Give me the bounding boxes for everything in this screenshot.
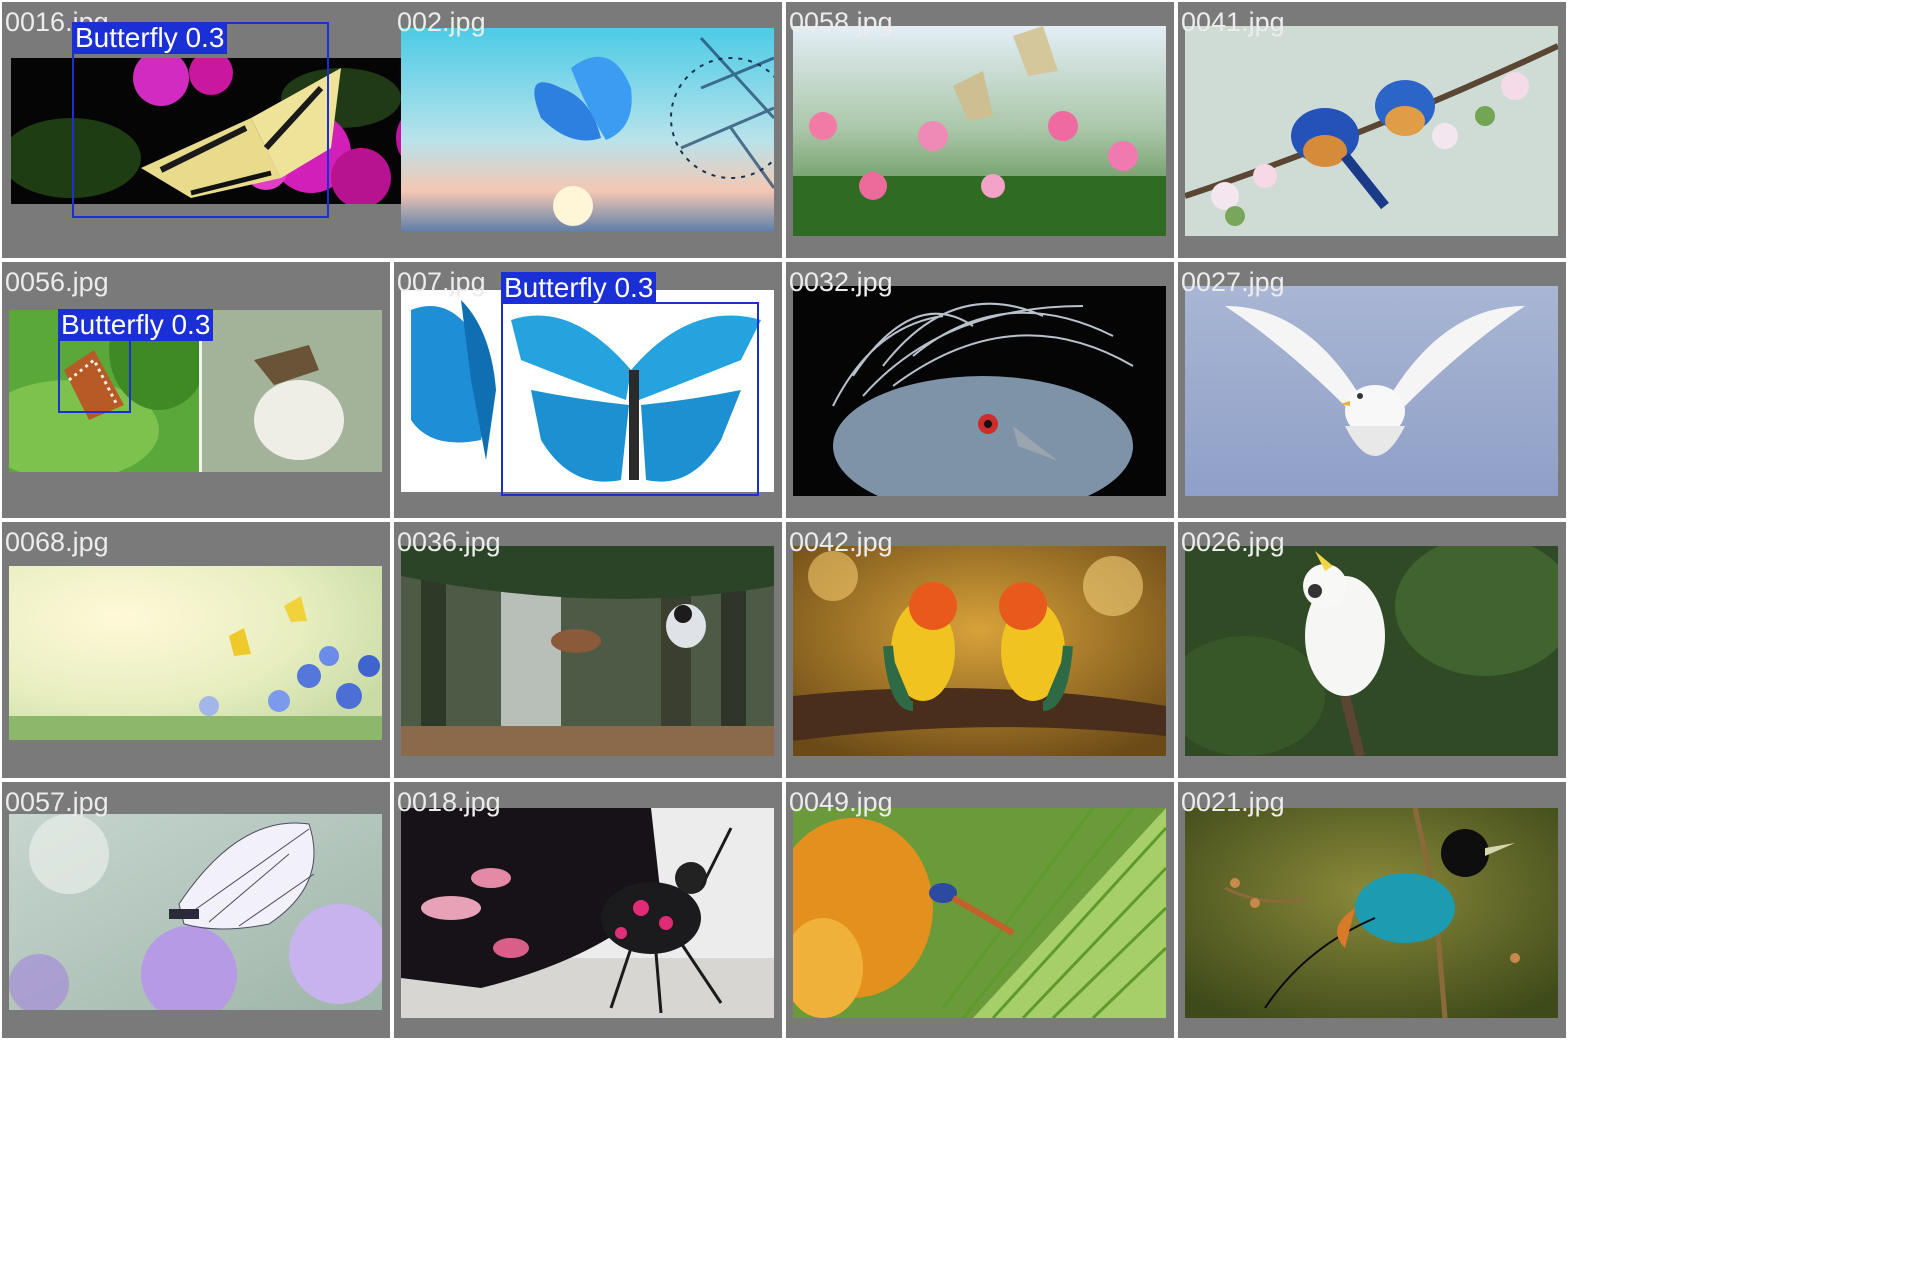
thumbnail-image: [9, 814, 382, 1010]
thumbnail-image: [1185, 286, 1558, 496]
tile-002[interactable]: 002.jpg: [394, 2, 782, 258]
filename-label: 0041.jpg: [1181, 7, 1285, 37]
tile-0057[interactable]: 0057.jpg: [2, 782, 390, 1038]
thumbnail-image: [1185, 546, 1558, 756]
tile-0049[interactable]: 0049.jpg: [786, 782, 1174, 1038]
filename-label: 0068.jpg: [5, 527, 109, 557]
detection-box: [58, 336, 131, 413]
detection-label: Butterfly 0.3: [501, 272, 657, 304]
thumbnail-image: [793, 26, 1166, 236]
filename-label: 0056.jpg: [5, 267, 109, 297]
filename-label: 0018.jpg: [397, 787, 501, 817]
thumbnail-image: [793, 286, 1166, 496]
tile-0036[interactable]: 0036.jpg: [394, 522, 782, 778]
tile-007[interactable]: 007.jpg Butterfly 0.3: [394, 262, 782, 518]
image-grid: 0016.jpg Butterfly 0.3 002.jpg 0058.jpg …: [0, 0, 1920, 1280]
thumbnail-image: [793, 546, 1166, 756]
filename-label: 0026.jpg: [1181, 527, 1285, 557]
thumbnail-image: [793, 808, 1166, 1018]
filename-label: 0057.jpg: [5, 787, 109, 817]
tile-0058[interactable]: 0058.jpg: [786, 2, 1174, 258]
tile-0027[interactable]: 0027.jpg: [1178, 262, 1566, 518]
tile-0042[interactable]: 0042.jpg: [786, 522, 1174, 778]
tile-0032[interactable]: 0032.jpg: [786, 262, 1174, 518]
thumbnail-image: [1185, 808, 1558, 1018]
filename-label: 002.jpg: [397, 7, 486, 37]
filename-label: 0027.jpg: [1181, 267, 1285, 297]
detection-box: [501, 302, 759, 496]
filename-label: 0058.jpg: [789, 7, 893, 37]
filename-label: 0036.jpg: [397, 527, 501, 557]
thumbnail-image: [1185, 26, 1558, 236]
thumbnail-image: [9, 566, 382, 740]
filename-label: 007.jpg: [397, 267, 486, 297]
filename-label: 0021.jpg: [1181, 787, 1285, 817]
thumbnail-image: [401, 546, 774, 756]
detection-label: Butterfly 0.3: [72, 22, 228, 54]
thumbnail-image: [401, 28, 774, 232]
tile-0041[interactable]: 0041.jpg: [1178, 2, 1566, 258]
tile-0056[interactable]: 0056.jpg Butterfly 0.3: [2, 262, 390, 518]
detection-label: Butterfly 0.3: [58, 309, 214, 341]
tile-0021[interactable]: 0021.jpg: [1178, 782, 1566, 1038]
thumbnail-image: [401, 808, 774, 1018]
filename-label: 0042.jpg: [789, 527, 893, 557]
filename-label: 0049.jpg: [789, 787, 893, 817]
tile-0018[interactable]: 0018.jpg: [394, 782, 782, 1038]
filename-label: 0032.jpg: [789, 267, 893, 297]
tile-0068[interactable]: 0068.jpg: [2, 522, 390, 778]
tile-0026[interactable]: 0026.jpg: [1178, 522, 1566, 778]
